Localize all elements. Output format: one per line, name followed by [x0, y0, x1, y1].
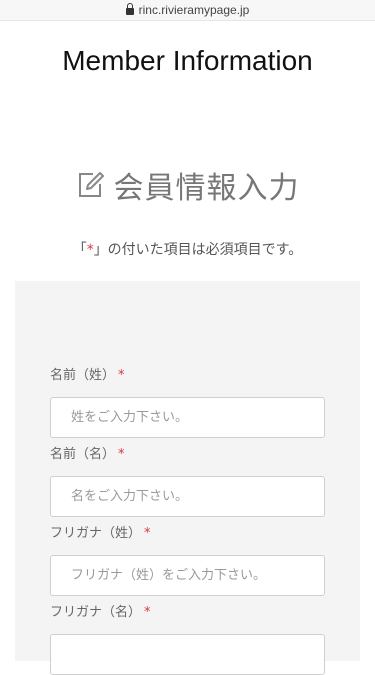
field-label: 名前（姓） * — [50, 368, 125, 383]
edit-icon — [78, 172, 104, 197]
required-marker: * — [144, 605, 151, 620]
field-last-name: 名前（姓） * — [50, 367, 325, 438]
browser-url-bar[interactable]: rinc.rivieramypage.jp — [0, 0, 375, 21]
field-label: 名前（名） * — [50, 447, 125, 462]
field-furigana-first: フリガナ（名） * — [50, 604, 325, 675]
required-note: 「*」の付いた項目は必須項目です。 — [72, 242, 303, 258]
url-text: rinc.rivieramypage.jp — [138, 3, 250, 17]
member-form: 名前（姓）* 名前（名）* フリガナ（姓）* フリガナ（名）* — [15, 281, 360, 675]
last-name-input[interactable] — [50, 397, 325, 438]
page-title: Member Information — [62, 45, 313, 76]
required-marker: * — [144, 526, 151, 541]
lock-icon — [125, 2, 134, 16]
field-first-name: 名前（名） * — [50, 446, 325, 517]
field-label: フリガナ（姓） * — [50, 526, 151, 541]
field-label: フリガナ（名） * — [50, 605, 151, 620]
required-marker: * — [118, 368, 125, 383]
furigana-first-input[interactable] — [50, 634, 325, 675]
required-marker: * — [118, 447, 125, 462]
first-name-input[interactable] — [50, 476, 325, 517]
section-heading: 会員情報入力 — [0, 163, 375, 207]
section-heading-text: 会員情報入力 — [113, 171, 300, 206]
required-marker: * — [86, 242, 94, 258]
furigana-last-input[interactable] — [50, 555, 325, 596]
field-furigana-last: フリガナ（姓） * — [50, 525, 325, 596]
